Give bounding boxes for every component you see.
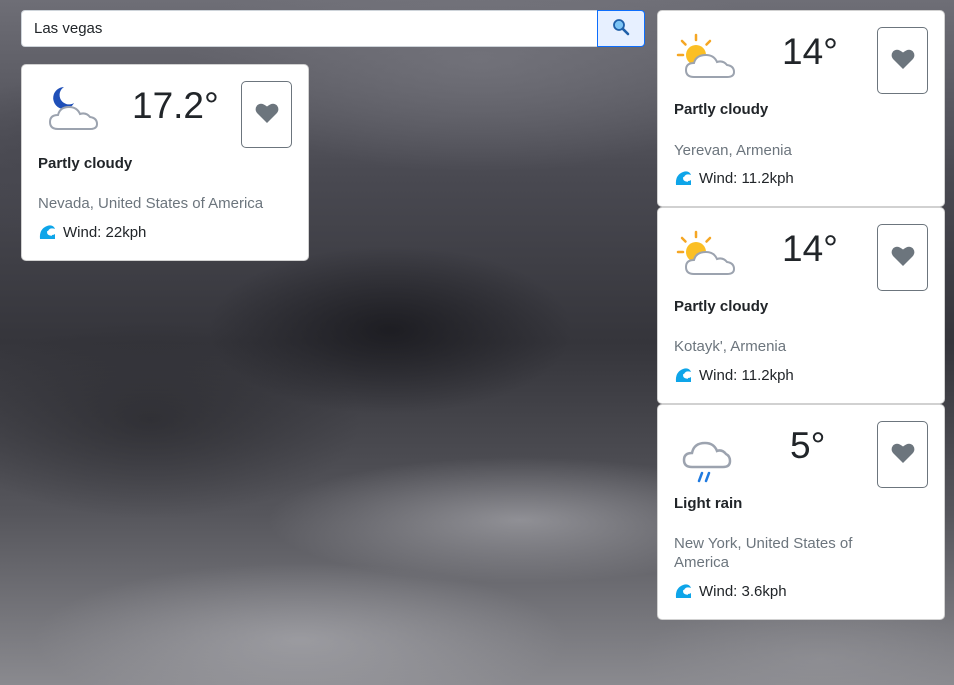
heart-icon: [891, 245, 915, 270]
search-input[interactable]: [21, 10, 597, 47]
wave-icon: [38, 223, 57, 241]
favorite-card: 14° Partly cloudy Kotayk', Armenia Wind:…: [657, 207, 945, 404]
moon-cloud-icon: [44, 83, 102, 140]
temperature: 5°: [790, 425, 826, 466]
wave-icon: [674, 582, 693, 600]
wind-text: Wind: 22kph: [63, 223, 147, 241]
wind-text: Wind: 11.2kph: [699, 169, 794, 187]
location-text: Nevada, United States of America: [38, 195, 264, 212]
temperature: 17.2°: [132, 85, 219, 126]
wind-text: Wind: 11.2kph: [699, 366, 794, 384]
wave-icon: [674, 366, 693, 384]
favorite-card: 14° Partly cloudy Yerevan, Armenia Wind:…: [657, 10, 945, 207]
favorite-button[interactable]: [877, 27, 928, 94]
location-text: New York, United States of America: [674, 535, 853, 571]
wind-row: Wind: 11.2kph: [674, 169, 794, 187]
condition-text: Partly cloudy: [674, 298, 769, 315]
condition-text: Partly cloudy: [38, 155, 133, 172]
search-button[interactable]: [597, 10, 645, 47]
wind-text: Wind: 3.6kph: [699, 582, 787, 600]
condition-text: Partly cloudy: [674, 101, 769, 118]
rain-cloud-icon: [680, 435, 732, 492]
wind-row: Wind: 22kph: [38, 223, 146, 241]
search-bar: [21, 10, 645, 47]
heart-icon: [891, 48, 915, 73]
favorite-button[interactable]: [877, 421, 928, 488]
temperature: 14°: [782, 31, 838, 72]
favorite-button[interactable]: [241, 81, 292, 148]
location-text: Yerevan, Armenia: [674, 142, 792, 159]
favorite-card: 5° Light rain New York, United States of…: [657, 404, 945, 620]
wave-icon: [674, 169, 693, 187]
sun-cloud-icon: [676, 33, 738, 86]
location-text: Kotayk', Armenia: [674, 338, 787, 355]
sun-cloud-icon: [676, 230, 738, 283]
temperature: 14°: [782, 228, 838, 269]
wind-row: Wind: 11.2kph: [674, 366, 794, 384]
condition-text: Light rain: [674, 495, 743, 512]
magnifier-icon: [612, 18, 630, 39]
favorite-button[interactable]: [877, 224, 928, 291]
wind-row: Wind: 3.6kph: [674, 582, 787, 600]
heart-icon: [255, 102, 279, 127]
heart-icon: [891, 442, 915, 467]
search-result-card: 17.2° Partly cloudy Nevada, United State…: [21, 64, 309, 261]
